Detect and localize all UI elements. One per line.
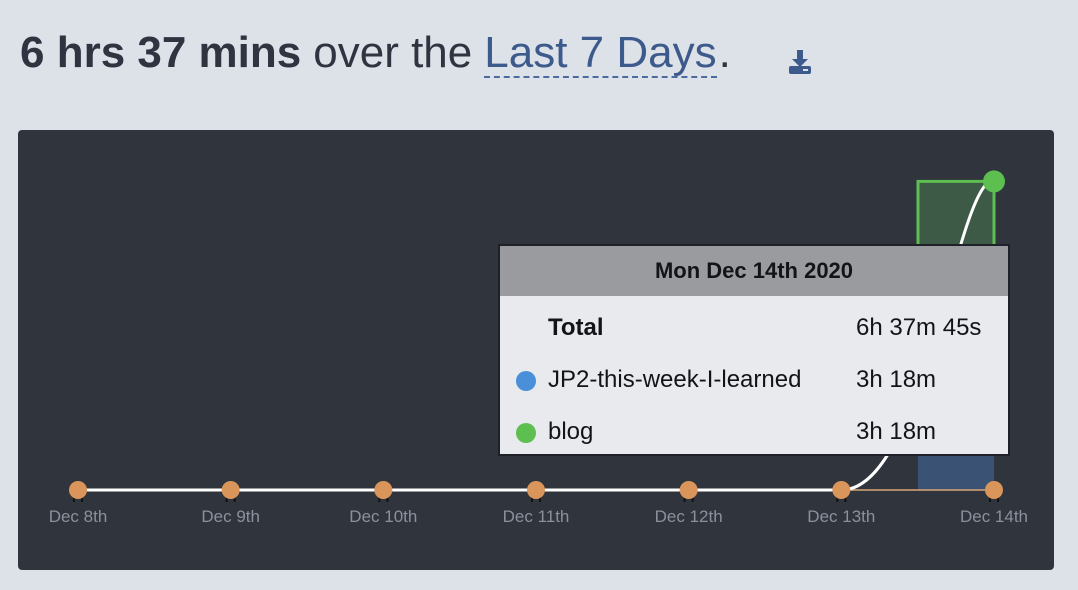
tooltip-row-jp2: JP2-this-week-I-learned 3h 18m [500,364,1008,394]
chart-panel: Dec 8th Dec 9th Dec 10th Dec 11th Dec 12th De… [18,130,1054,570]
tooltip-date: Mon Dec 14th 2020 [500,246,1008,296]
tooltip-row-value: 3h 18m [856,366,937,393]
headline-period: . [718,28,731,77]
date-range-link[interactable]: Last 7 Days [484,29,717,79]
tooltip-row-name: blog [548,418,594,445]
data-point [832,481,851,499]
x-tick-label: Dec 9th [201,507,260,526]
blog-color-dot [516,423,536,443]
data-point [527,481,545,499]
data-point [69,481,87,499]
total-time: 6 hrs 37 mins [20,28,302,77]
data-point [679,481,698,499]
data-point-blog [983,170,1005,193]
x-tick-label: Dec 11th [503,507,570,526]
tooltip-total-row: Total 6h 37m 45s [500,312,1008,342]
tooltip-row-blog: blog 3h 18m [500,416,1008,446]
tooltip-total-label: Total [548,314,604,341]
headline-text: over the [313,28,473,77]
summary-headline: 6 hrs 37 mins over the Last 7 Days . [20,28,731,79]
x-tick-label: Dec 14th [960,507,1028,526]
x-tick-label: Dec 10th [349,507,417,526]
data-point [221,481,240,499]
jp2-color-dot [516,371,536,391]
tooltip-row-name: JP2-this-week-I-learned [548,366,802,393]
data-point [985,481,1003,499]
chart-tooltip: Mon Dec 14th 2020 Total 6h 37m 45s JP2-t… [498,244,1010,456]
tooltip-total-value: 6h 37m 45s [856,314,982,341]
tooltip-row-value: 3h 18m [856,418,937,445]
x-tick-label: Dec 13th [807,507,875,526]
download-icon[interactable] [786,48,814,76]
x-tick-label: Dec 8th [49,507,108,526]
x-tick-label: Dec 12th [655,507,723,526]
data-point [374,481,393,499]
